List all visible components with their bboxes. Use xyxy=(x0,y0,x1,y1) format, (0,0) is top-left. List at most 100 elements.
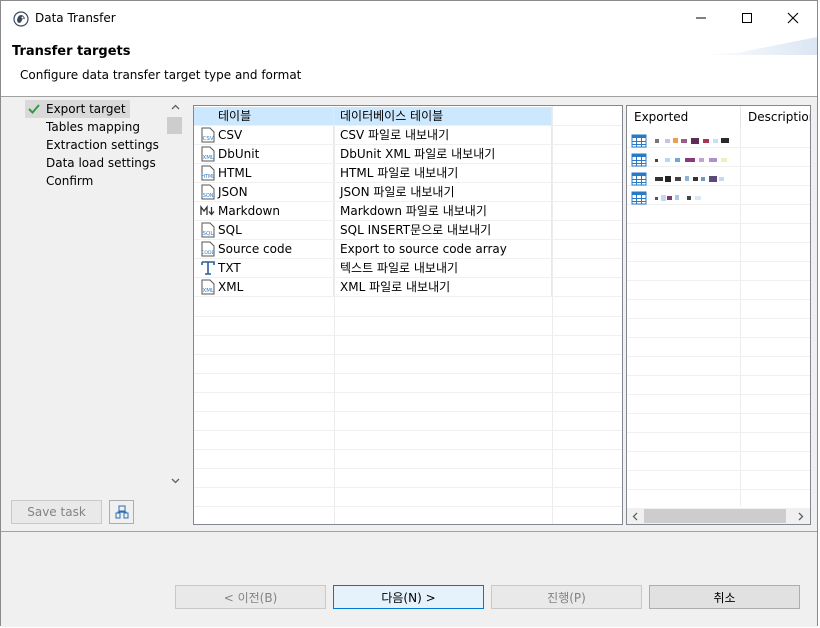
nav-item-label: Confirm xyxy=(46,174,94,188)
empty-row-line xyxy=(194,392,622,393)
task-config-button[interactable] xyxy=(109,500,134,524)
target-row-json[interactable]: JSON JSON JSON 파일로 내보내기 xyxy=(194,183,622,202)
nav-scrollbar[interactable] xyxy=(167,97,183,491)
target-description: CSV 파일로 내보내기 xyxy=(334,126,552,144)
chevron-up-icon xyxy=(171,104,179,110)
target-row-source-code[interactable]: CODE Source code Export to source code a… xyxy=(194,240,622,259)
nav-item-export-target[interactable]: Export target xyxy=(25,100,130,118)
next-button[interactable]: 다음(N) > xyxy=(333,585,484,609)
nav-item-label: Tables mapping xyxy=(46,120,140,134)
empty-row-line xyxy=(194,316,622,317)
exported-row-line xyxy=(627,223,810,224)
target-row-csv[interactable]: CSV CSV CSV 파일로 내보내기 xyxy=(194,126,622,145)
target-name: TXT xyxy=(194,259,334,277)
scroll-left-arrow[interactable] xyxy=(627,508,643,524)
maximize-button[interactable] xyxy=(724,1,770,35)
proceed-button[interactable]: 진행(P) xyxy=(491,585,642,609)
exported-row-line xyxy=(627,394,810,395)
wizard-nav: Export target Tables mapping Extraction … xyxy=(5,97,185,489)
maximize-icon xyxy=(742,13,752,23)
save-task-button[interactable]: Save task xyxy=(11,500,102,524)
exported-row-line xyxy=(627,489,810,490)
exported-row-line xyxy=(627,432,810,433)
nav-item-label: Extraction settings xyxy=(46,138,159,152)
exported-row-line xyxy=(627,375,810,376)
table-icon xyxy=(631,191,647,205)
scroll-down-arrow[interactable] xyxy=(167,473,183,489)
scroll-thumb[interactable] xyxy=(644,509,786,523)
cancel-button[interactable]: 취소 xyxy=(649,585,800,609)
chevron-left-icon xyxy=(632,512,638,520)
target-description: DbUnit XML 파일로 내보내기 xyxy=(334,145,552,163)
target-row-markdown[interactable]: Markdown Markdown 파일로 내보내기 xyxy=(194,202,622,221)
table-icon xyxy=(631,153,647,167)
wizard-header: Transfer targets Configure data transfer… xyxy=(1,35,817,97)
nav-item-label: Data load settings xyxy=(46,156,156,170)
task-icon xyxy=(115,505,128,519)
target-description: XML 파일로 내보내기 xyxy=(334,278,552,296)
nav-item-tables-mapping[interactable]: Tables mapping xyxy=(25,118,144,136)
target-row-xml[interactable]: XML XML XML 파일로 내보내기 xyxy=(194,278,622,297)
target-row-table[interactable]: 테이블 데이터베이스 테이블 xyxy=(194,107,622,126)
close-button[interactable] xyxy=(770,1,816,35)
exported-hscrollbar[interactable] xyxy=(627,508,810,524)
header-banner-decoration xyxy=(697,37,817,55)
data-transfer-window: Data Transfer Transfer targets Configure… xyxy=(0,0,818,627)
exported-row-line xyxy=(627,242,810,243)
check-icon xyxy=(28,104,40,114)
exported-panel[interactable]: Exported Description xyxy=(626,105,811,525)
minimize-icon xyxy=(696,17,706,19)
dbeaver-app-icon xyxy=(13,11,29,27)
minimize-button[interactable] xyxy=(678,1,724,35)
empty-row-line xyxy=(194,411,622,412)
redacted-name xyxy=(655,138,729,144)
redacted-name xyxy=(655,176,724,182)
target-list[interactable]: 테이블 데이터베이스 테이블 CSV CSV CSV 파일로 내보내기 XML … xyxy=(193,105,623,525)
exported-row-line xyxy=(627,337,810,338)
target-name: SQL xyxy=(194,221,334,239)
empty-row-line xyxy=(194,449,622,450)
target-name: XML xyxy=(194,278,334,296)
page-description: Configure data transfer target type and … xyxy=(20,68,302,82)
empty-row-line xyxy=(194,506,622,507)
close-icon xyxy=(787,12,799,24)
scroll-up-arrow[interactable] xyxy=(167,99,183,115)
target-name: Markdown xyxy=(194,202,334,220)
empty-row-line xyxy=(194,335,622,336)
target-description: HTML 파일로 내보내기 xyxy=(334,164,552,182)
nav-item-label: Export target xyxy=(46,102,126,116)
exported-row-line xyxy=(627,261,810,262)
target-row-html[interactable]: HTML HTML HTML 파일로 내보내기 xyxy=(194,164,622,183)
exported-row-line xyxy=(627,147,810,148)
nav-item-data-load-settings[interactable]: Data load settings xyxy=(25,154,160,172)
scroll-thumb[interactable] xyxy=(167,117,182,134)
exported-row-line xyxy=(627,299,810,300)
nav-item-confirm[interactable]: Confirm xyxy=(25,172,97,190)
target-name: DbUnit xyxy=(194,145,334,163)
target-row-dbunit[interactable]: XML DbUnit DbUnit XML 파일로 내보내기 xyxy=(194,145,622,164)
target-name: Source code xyxy=(194,240,334,258)
window-title: Data Transfer xyxy=(35,11,116,25)
scroll-right-arrow[interactable] xyxy=(793,508,809,524)
target-description: JSON 파일로 내보내기 xyxy=(334,183,552,201)
target-name: 테이블 xyxy=(194,107,334,125)
exported-row-line xyxy=(627,451,810,452)
wizard-button-bar xyxy=(1,531,817,627)
empty-row-line xyxy=(194,430,622,431)
back-button[interactable]: < 이전(B) xyxy=(175,585,326,609)
column-header-exported[interactable]: Exported xyxy=(627,106,741,128)
table-icon xyxy=(631,134,647,148)
title-bar: Data Transfer xyxy=(1,1,817,35)
exported-row-line xyxy=(627,280,810,281)
redacted-name xyxy=(655,195,701,201)
exported-row-line xyxy=(627,185,810,186)
target-row-txt[interactable]: TXT 텍스트 파일로 내보내기 xyxy=(194,259,622,278)
empty-row-line xyxy=(194,373,622,374)
target-description: SQL INSERT문으로 내보내기 xyxy=(334,221,552,239)
target-row-sql[interactable]: SQL SQL SQL INSERT문으로 내보내기 xyxy=(194,221,622,240)
nav-item-extraction-settings[interactable]: Extraction settings xyxy=(25,136,163,154)
column-header-description[interactable]: Description xyxy=(741,106,810,128)
target-name: HTML xyxy=(194,164,334,182)
target-description: Export to source code array xyxy=(334,240,552,258)
chevron-down-icon xyxy=(171,478,179,484)
